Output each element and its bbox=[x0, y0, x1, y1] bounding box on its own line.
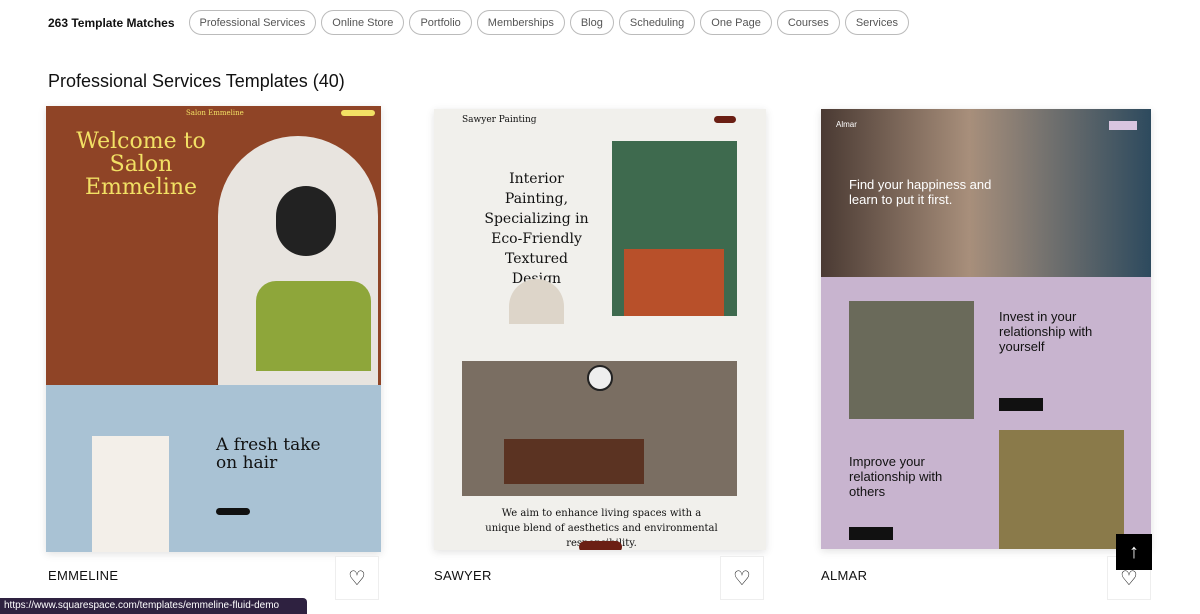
filter-chip[interactable]: Professional Services bbox=[188, 10, 317, 35]
arrow-up-icon: ↑ bbox=[1129, 540, 1139, 563]
preview-site-name: Sawyer Painting bbox=[462, 115, 537, 125]
preview-headline: Welcome to Salon Emmeline bbox=[76, 129, 206, 200]
preview-subheadline: A fresh take on hair bbox=[216, 435, 321, 473]
preview-section2: Improve your relationship with others bbox=[849, 454, 943, 499]
filter-chip[interactable]: Portfolio bbox=[409, 10, 472, 35]
template-preview-almar[interactable]: Almar Find your happiness and learn to p… bbox=[821, 109, 1151, 549]
filter-chip[interactable]: Scheduling bbox=[618, 10, 696, 35]
status-url: https://www.squarespace.com/templates/em… bbox=[0, 598, 307, 614]
filter-chip[interactable]: Memberships bbox=[476, 10, 565, 35]
heart-icon: ♡ bbox=[348, 567, 366, 590]
template-name[interactable]: SAWYER bbox=[434, 568, 492, 583]
preview-site-name: Salon Emmeline bbox=[186, 109, 244, 117]
preview-headline: Find your happiness and learn to put it … bbox=[849, 177, 992, 207]
heart-icon: ♡ bbox=[733, 567, 751, 590]
filter-bar: 263 Template Matches Professional Servic… bbox=[48, 10, 914, 35]
filter-chip[interactable]: Courses bbox=[776, 10, 840, 35]
favorite-button[interactable]: ♡ bbox=[720, 556, 764, 600]
filter-chip[interactable]: Services bbox=[844, 10, 909, 35]
template-preview-emmeline[interactable]: Salon Emmeline Welcome to Salon Emmeline… bbox=[46, 106, 381, 552]
preview-section1: Invest in your relationship with yoursel… bbox=[999, 309, 1093, 354]
template-name[interactable]: ALMAR bbox=[821, 568, 867, 583]
filter-chip[interactable]: One Page bbox=[700, 10, 772, 35]
template-name[interactable]: EMMELINE bbox=[48, 568, 118, 583]
template-preview-sawyer[interactable]: Sawyer Painting Interior Painting, Speci… bbox=[434, 109, 766, 550]
section-title: Professional Services Templates (40) bbox=[48, 71, 345, 91]
scroll-to-top-button[interactable]: ↑ bbox=[1116, 534, 1152, 570]
filter-chip[interactable]: Online Store bbox=[321, 10, 405, 35]
favorite-button[interactable]: ♡ bbox=[335, 556, 379, 600]
match-count: 263 Template Matches bbox=[48, 15, 175, 30]
preview-headline: Interior Painting, Specializing in Eco-F… bbox=[484, 171, 589, 287]
preview-site-name: Almar bbox=[836, 120, 857, 129]
filter-chip[interactable]: Blog bbox=[569, 10, 614, 35]
